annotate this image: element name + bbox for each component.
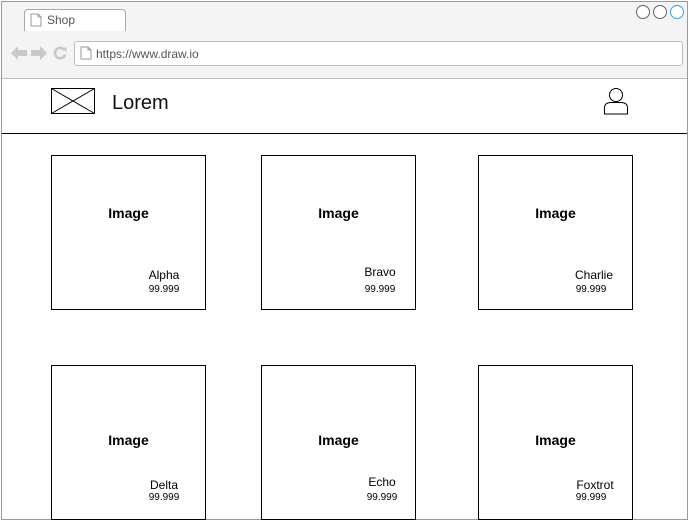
browser-window: Shop https://www.draw.io Lorem Image Alp…: [1, 1, 688, 520]
product-image: Image: [108, 205, 149, 221]
product-card[interactable]: Image Charlie 99.999: [478, 155, 633, 310]
product-image: Image: [535, 205, 576, 221]
brand-name: Lorem: [112, 92, 169, 114]
product-price: 99.999: [148, 284, 180, 295]
forward-arrow-icon[interactable]: [31, 46, 47, 60]
browser-chrome: Shop https://www.draw.io: [2, 2, 687, 79]
product-price: 99.999: [366, 492, 398, 503]
site-header: Lorem: [2, 79, 687, 134]
product-price: 99.999: [364, 284, 396, 295]
page-icon: [80, 46, 92, 60]
product-name: Echo: [368, 475, 396, 489]
address-bar[interactable]: https://www.draw.io: [74, 41, 683, 66]
url-text: https://www.draw.io: [96, 47, 199, 61]
product-name: Foxtrot: [576, 478, 614, 492]
restore-button[interactable]: [653, 5, 667, 19]
back-arrow-icon[interactable]: [11, 46, 27, 60]
product-name: Alpha: [148, 268, 180, 282]
reload-icon[interactable]: [53, 46, 67, 60]
product-card[interactable]: Image Alpha 99.999: [51, 155, 206, 310]
product-card[interactable]: Image Bravo 99.999: [261, 155, 416, 310]
page-icon: [30, 13, 42, 27]
logo-placeholder-icon[interactable]: [51, 88, 95, 114]
product-image: Image: [535, 432, 576, 448]
product-name: Bravo: [364, 265, 396, 279]
product-name: Charlie: [574, 268, 613, 282]
product-price: 99.999: [575, 492, 607, 503]
product-card[interactable]: Image Delta 99.999: [51, 365, 206, 520]
minimize-button[interactable]: [636, 5, 650, 19]
product-image: Image: [318, 432, 359, 448]
tab-label: Shop: [47, 13, 76, 27]
product-image: Image: [108, 432, 149, 448]
product-price: 99.999: [148, 492, 180, 503]
product-name: Delta: [149, 478, 178, 492]
maximize-button[interactable]: [670, 5, 684, 19]
product-image: Image: [318, 205, 359, 221]
user-icon[interactable]: [603, 87, 629, 115]
product-card[interactable]: Image Foxtrot 99.999: [478, 365, 633, 520]
product-price: 99.999: [575, 284, 607, 295]
browser-tab[interactable]: Shop: [24, 9, 126, 31]
product-card[interactable]: Image Echo 99.999: [261, 365, 416, 520]
